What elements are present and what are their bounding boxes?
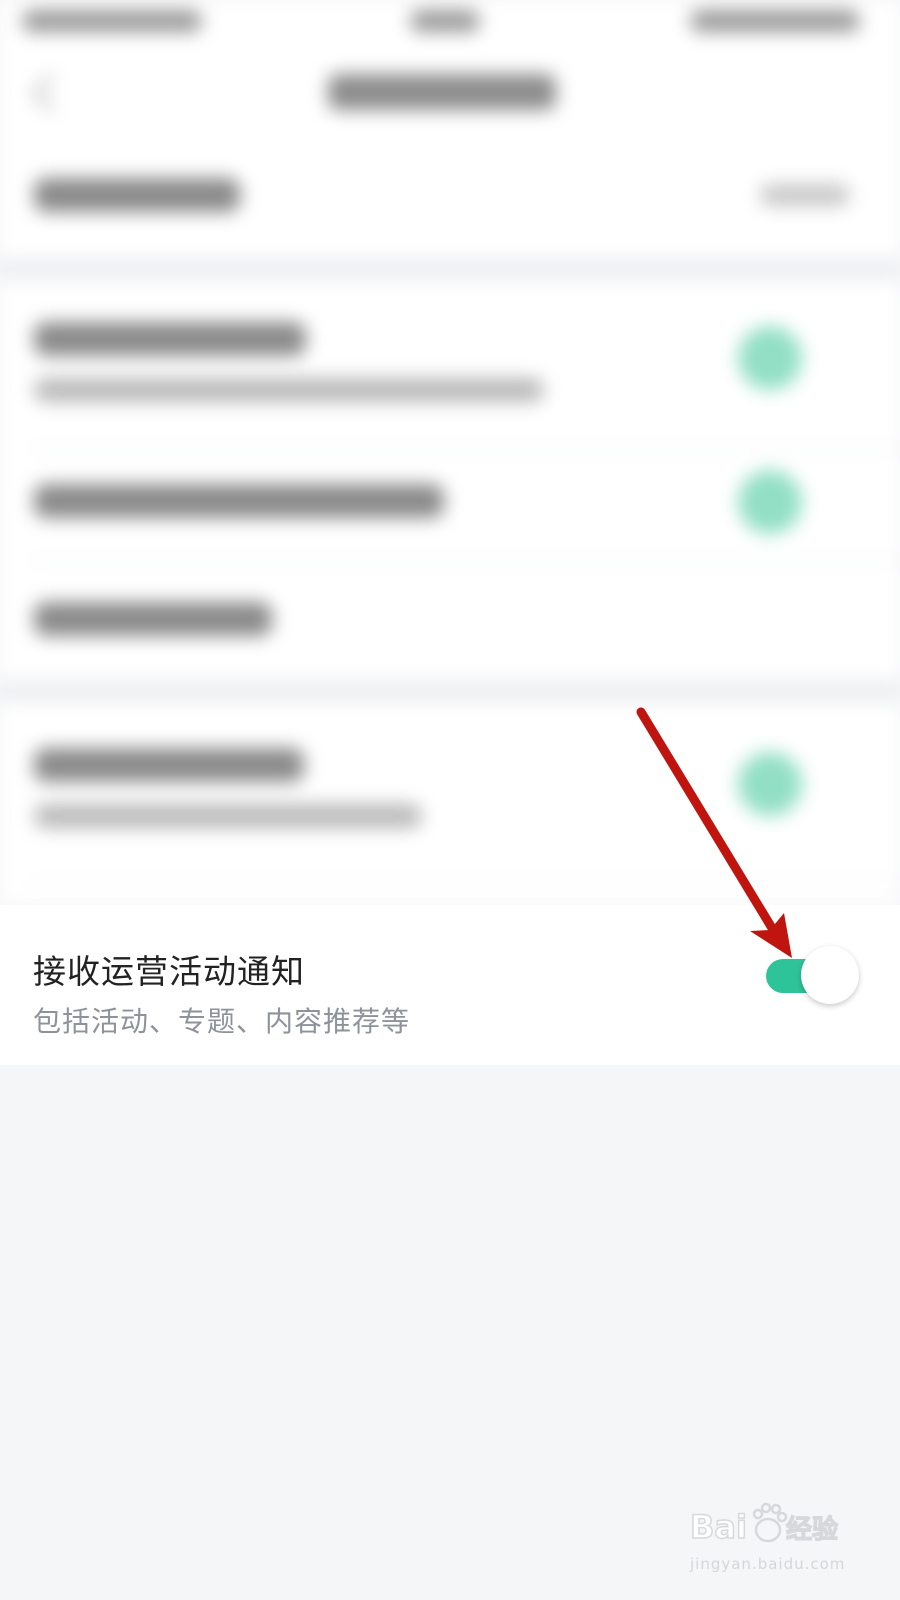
notification-toggle-switch[interactable] [766, 946, 859, 1004]
blurred-row-title [34, 322, 306, 356]
status-bar-right [690, 10, 860, 32]
row-title: 接收运营活动通知 [33, 952, 305, 991]
blurred-row-value [760, 184, 850, 206]
row-divider [30, 882, 900, 884]
blurred-toggle[interactable] [738, 752, 802, 816]
blurred-row-title [34, 602, 272, 636]
blurred-row-title [34, 178, 240, 212]
operation-notification-row[interactable]: 接收运营活动通知 包括活动、专题、内容推荐等 [0, 905, 900, 1065]
back-icon[interactable] [32, 74, 70, 112]
svg-text:Bai: Bai [690, 1508, 747, 1546]
svg-text:经验: 经验 [786, 1514, 838, 1545]
blurred-row-title [34, 748, 304, 782]
blurred-row-subtitle [34, 804, 422, 828]
status-bar-left [22, 10, 202, 32]
section-separator [0, 680, 900, 702]
blurred-row-subtitle [34, 378, 544, 402]
watermark-url: jingyan.baidu.com [690, 1555, 846, 1573]
page-title [328, 74, 556, 110]
blurred-settings-region [0, 0, 900, 905]
baidu-jingyan-watermark-logo: Bai 经验 [690, 1502, 839, 1547]
section-separator [0, 258, 900, 280]
settings-screen: 接收运营活动通知 包括活动、专题、内容推荐等 Bai 经验 jingyan.ba… [0, 0, 900, 1600]
blurred-toggle[interactable] [738, 470, 802, 534]
row-divider [30, 560, 900, 562]
blurred-toggle[interactable] [738, 326, 802, 390]
blurred-row-title [34, 484, 444, 518]
status-bar-center [410, 10, 480, 32]
row-divider [30, 448, 900, 450]
row-subtitle: 包括活动、专题、内容推荐等 [33, 1005, 411, 1038]
toggle-knob [801, 946, 859, 1004]
